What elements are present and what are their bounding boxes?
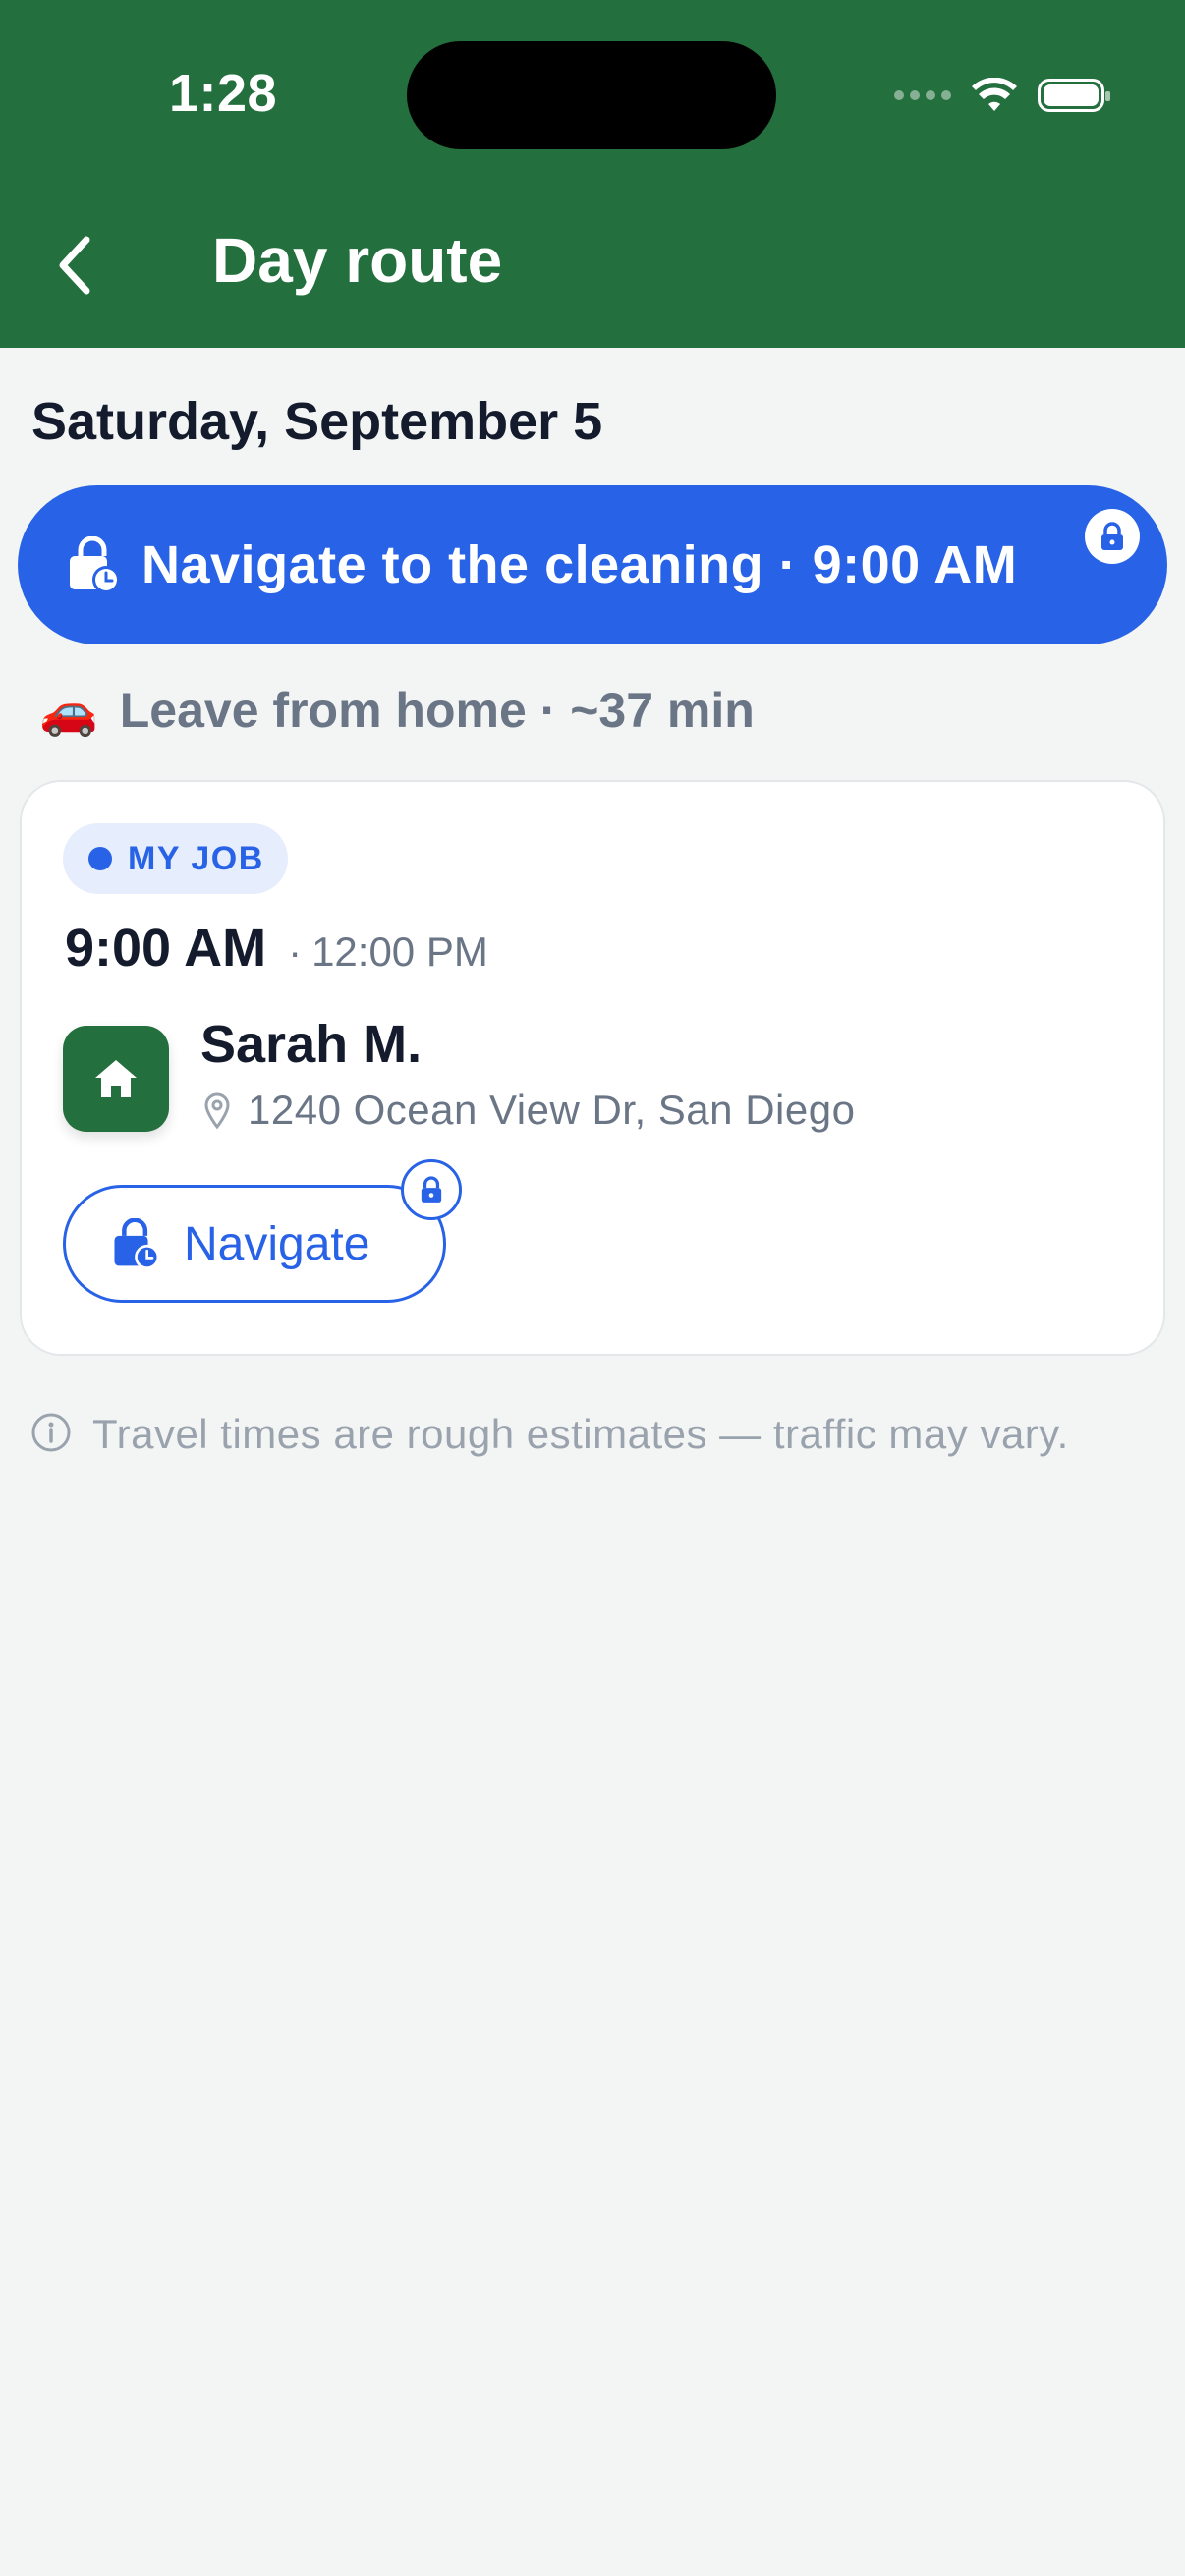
navigate-to-cleaning-button[interactable]: Navigate to the cleaning · 9:00 AM (18, 485, 1167, 644)
app-header: 1:28 Day route (0, 0, 1185, 348)
back-button[interactable] (55, 228, 114, 303)
job-start-time: 9:00 AM (65, 919, 267, 978)
shopping-bag-clock-icon (70, 536, 120, 593)
leave-from-home-row: 🚗 Leave from home · ~37 min (39, 682, 755, 739)
navigate-lock-badge (401, 1159, 462, 1220)
navigate-label: Navigate (184, 1217, 370, 1270)
shopping-bag-clock-icon (114, 1218, 160, 1269)
chevron-left-icon (59, 236, 90, 295)
job-address: 1240 Ocean View Dr, San Diego (248, 1087, 856, 1133)
home-icon (95, 1060, 137, 1097)
dynamic-island (407, 41, 776, 149)
job-end-time: 12:00 PM (311, 928, 488, 975)
lock-icon (1101, 522, 1123, 550)
status-icons (894, 71, 1110, 120)
cellular-signal-icon (894, 90, 951, 100)
lock-icon (421, 1176, 442, 1203)
date-heading: Saturday, September 5 (31, 392, 603, 451)
home-tile (63, 1026, 169, 1132)
note-text: Travel times are rough estimates — traff… (92, 1411, 1069, 1457)
leave-text: Leave from home · ~37 min (119, 683, 755, 738)
lock-badge (1085, 509, 1140, 564)
location-pin-icon (204, 1092, 230, 1130)
info-icon (31, 1413, 71, 1452)
navigate-button[interactable]: Navigate (63, 1185, 446, 1303)
travel-time-note: Travel times are rough estimates — traff… (29, 1405, 1130, 1464)
status-time: 1:28 (169, 64, 278, 123)
address-row: 1240 Ocean View Dr, San Diego (202, 1087, 855, 1134)
car-icon: 🚗 (39, 685, 98, 738)
badge-dot-icon (88, 847, 112, 870)
client-name: Sarah M. (200, 1015, 423, 1074)
time-separator: · (288, 928, 303, 975)
my-job-label: MY JOB (128, 839, 264, 877)
job-card[interactable]: MY JOB 9:00 AM · 12:00 PM Sarah M. 1240 … (20, 780, 1165, 1356)
my-job-badge: MY JOB (63, 823, 288, 894)
job-time-row: 9:00 AM · 12:00 PM (65, 918, 488, 979)
page-title: Day route (212, 225, 503, 296)
navigate-banner-label: Navigate to the cleaning · 9:00 AM (141, 535, 1018, 594)
wifi-icon (972, 78, 1017, 111)
battery-icon (1038, 79, 1110, 112)
